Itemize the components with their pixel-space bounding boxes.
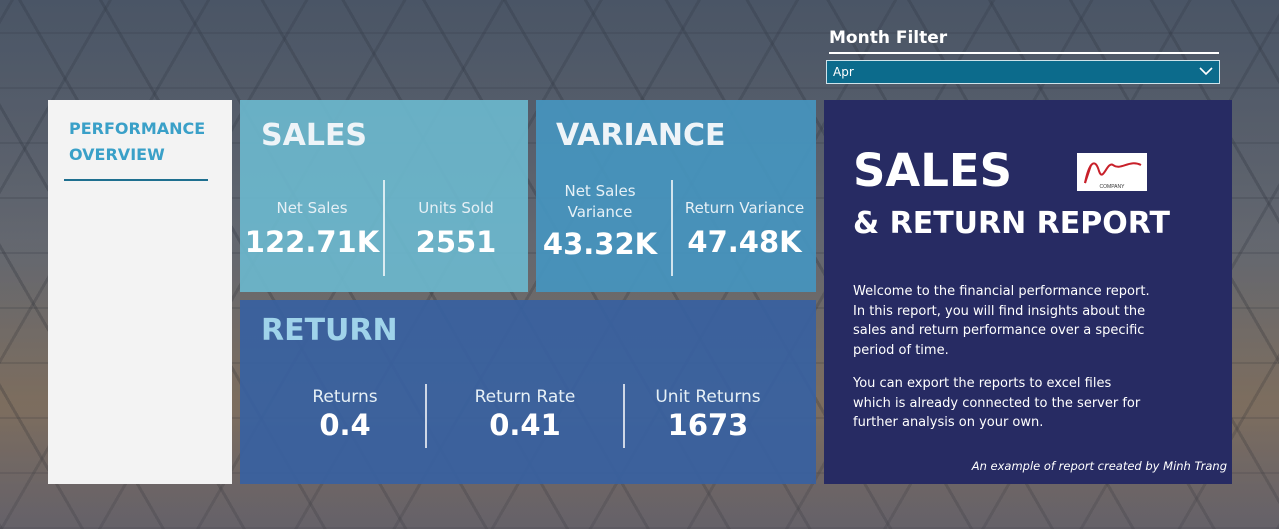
report-heading: SALES [853, 144, 1013, 197]
net-sales-metric: Net Sales 122.71K [240, 198, 384, 259]
chevron-down-icon[interactable] [1199, 65, 1213, 80]
unit-returns-label: Unit Returns [655, 387, 761, 407]
variance-title: VARIANCE [556, 118, 726, 153]
return-variance-metric: Return Variance 47.48K [673, 198, 816, 259]
logo-text: COMPANY [1100, 184, 1126, 190]
month-filter-dropdown[interactable]: Apr [826, 60, 1220, 84]
return-rate-metric: Return Rate 0.41 [427, 387, 623, 442]
nav-panel: PERFORMANCE OVERVIEW [48, 100, 232, 484]
units-sold-label: Units Sold [418, 199, 494, 217]
return-rate-value: 0.41 [489, 408, 561, 442]
net-sales-variance-metric: Net Sales Variance 43.32K [536, 181, 664, 261]
returns-metric: Returns 0.4 [240, 387, 450, 442]
month-filter-value: Apr [833, 65, 854, 79]
units-sold-metric: Units Sold 2551 [384, 198, 528, 259]
report-credit: An example of report created by Minh Tra… [971, 459, 1227, 473]
net-sales-variance-label: Net Sales Variance [564, 182, 636, 221]
variance-card: VARIANCE Net Sales Variance 43.32K Retur… [536, 100, 816, 292]
returns-label: Returns [312, 387, 378, 407]
company-logo: COMPANY [1077, 153, 1147, 191]
month-filter-title: Month Filter [829, 28, 1219, 54]
return-title: RETURN [261, 313, 398, 348]
sales-title: SALES [261, 118, 368, 153]
export-paragraph: You can export the reports to excel file… [853, 376, 1141, 430]
net-sales-variance-value: 43.32K [542, 227, 658, 261]
nav-underline [64, 179, 208, 181]
return-rate-label: Return Rate [474, 387, 576, 407]
nav-performance-overview[interactable]: PERFORMANCE OVERVIEW [69, 116, 209, 168]
unit-returns-metric: Unit Returns 1673 [625, 387, 791, 442]
return-variance-value: 47.48K [687, 225, 802, 259]
net-sales-value: 122.71K [244, 225, 380, 259]
sales-card: SALES Net Sales 122.71K Units Sold 2551 [240, 100, 528, 292]
report-subheading: & RETURN REPORT [853, 206, 1170, 241]
return-variance-label: Return Variance [684, 199, 805, 217]
unit-returns-value: 1673 [667, 408, 749, 442]
net-sales-label: Net Sales [276, 199, 348, 217]
returns-value: 0.4 [319, 408, 371, 442]
return-card: RETURN Returns 0.4 Return Rate 0.41 Unit… [240, 300, 816, 484]
units-sold-value: 2551 [415, 225, 497, 259]
company-logo-graphic: COMPANY [1084, 162, 1142, 190]
report-info-panel: SALES COMPANY & RETURN REPORT Welcome to… [824, 100, 1232, 484]
welcome-paragraph: Welcome to the financial performance rep… [853, 284, 1150, 358]
